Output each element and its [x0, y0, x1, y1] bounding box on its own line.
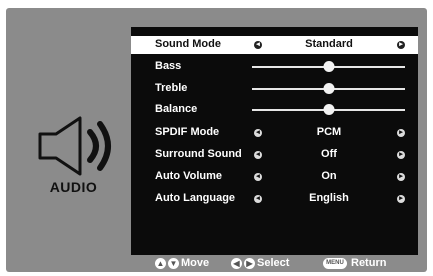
- left-arrow-icon[interactable]: ◂: [254, 129, 262, 137]
- right-arrow-icon[interactable]: ▸: [397, 195, 405, 203]
- balance-slider[interactable]: [252, 104, 405, 115]
- row-label: Auto Language: [155, 192, 236, 204]
- menu-row-balance[interactable]: Balance: [131, 101, 418, 119]
- right-arrow-icon[interactable]: ▸: [397, 129, 405, 137]
- menu-row-treble[interactable]: Treble: [131, 80, 418, 98]
- row-label: Treble: [155, 82, 188, 94]
- right-arrow-icon[interactable]: ▸: [397, 41, 405, 49]
- row-value: PCM: [316, 126, 342, 138]
- treble-slider[interactable]: [252, 83, 405, 94]
- bass-slider[interactable]: [252, 61, 405, 72]
- up-arrow-icon: ▲: [155, 257, 166, 269]
- row-label: Auto Volume: [155, 170, 223, 182]
- move-hint: ▲ ▼ Move: [155, 257, 209, 269]
- menu-row-bass[interactable]: Bass: [131, 58, 418, 76]
- return-label: Return: [351, 257, 387, 269]
- menu-row-spdif-mode[interactable]: SPDIF Mode ◂ PCM ▸: [131, 124, 418, 142]
- audio-category: AUDIO: [6, 8, 137, 266]
- key-hint-bar: ▲ ▼ Move ◀ ▶ Select MENU Return: [131, 255, 421, 273]
- right-arrow-icon: ▶: [244, 257, 255, 269]
- right-arrow-icon[interactable]: ▸: [397, 151, 405, 159]
- menu-key-icon: MENU: [323, 257, 347, 269]
- menu-row-sound-mode[interactable]: Sound Mode ◂ Standard ▸: [131, 36, 418, 54]
- left-arrow-icon[interactable]: ◂: [254, 195, 262, 203]
- row-label: SPDIF Mode: [155, 126, 220, 138]
- row-value: Off: [321, 148, 337, 160]
- left-arrow-icon[interactable]: ◂: [254, 41, 262, 49]
- right-arrow-icon[interactable]: ▸: [397, 173, 405, 181]
- menu-row-auto-volume[interactable]: Auto Volume ◂ On ▸: [131, 168, 418, 186]
- audio-label: AUDIO: [49, 179, 98, 195]
- left-arrow-icon[interactable]: ◂: [254, 151, 262, 159]
- left-arrow-icon[interactable]: ◂: [254, 173, 262, 181]
- row-value: On: [321, 170, 337, 182]
- slider-knob[interactable]: [323, 83, 334, 94]
- row-label: Balance: [155, 103, 198, 115]
- move-label: Move: [181, 257, 210, 269]
- row-value: English: [309, 192, 349, 204]
- select-label: Select: [257, 257, 290, 269]
- speaker-icon: [38, 116, 111, 176]
- row-label: Sound Mode: [155, 38, 221, 50]
- slider-knob[interactable]: [323, 104, 334, 115]
- return-hint: MENU Return: [323, 257, 386, 269]
- row-label: Bass: [155, 60, 182, 72]
- left-arrow-icon: ◀: [231, 257, 242, 269]
- menu-row-surround-sound[interactable]: Surround Sound ◂ Off ▸: [131, 146, 418, 164]
- select-hint: ◀ ▶ Select: [231, 257, 289, 269]
- down-arrow-icon: ▼: [168, 257, 179, 269]
- row-label: Surround Sound: [155, 148, 242, 160]
- slider-knob[interactable]: [323, 61, 334, 72]
- menu-row-auto-language[interactable]: Auto Language ◂ English ▸: [131, 190, 418, 208]
- row-value: Standard: [305, 38, 353, 50]
